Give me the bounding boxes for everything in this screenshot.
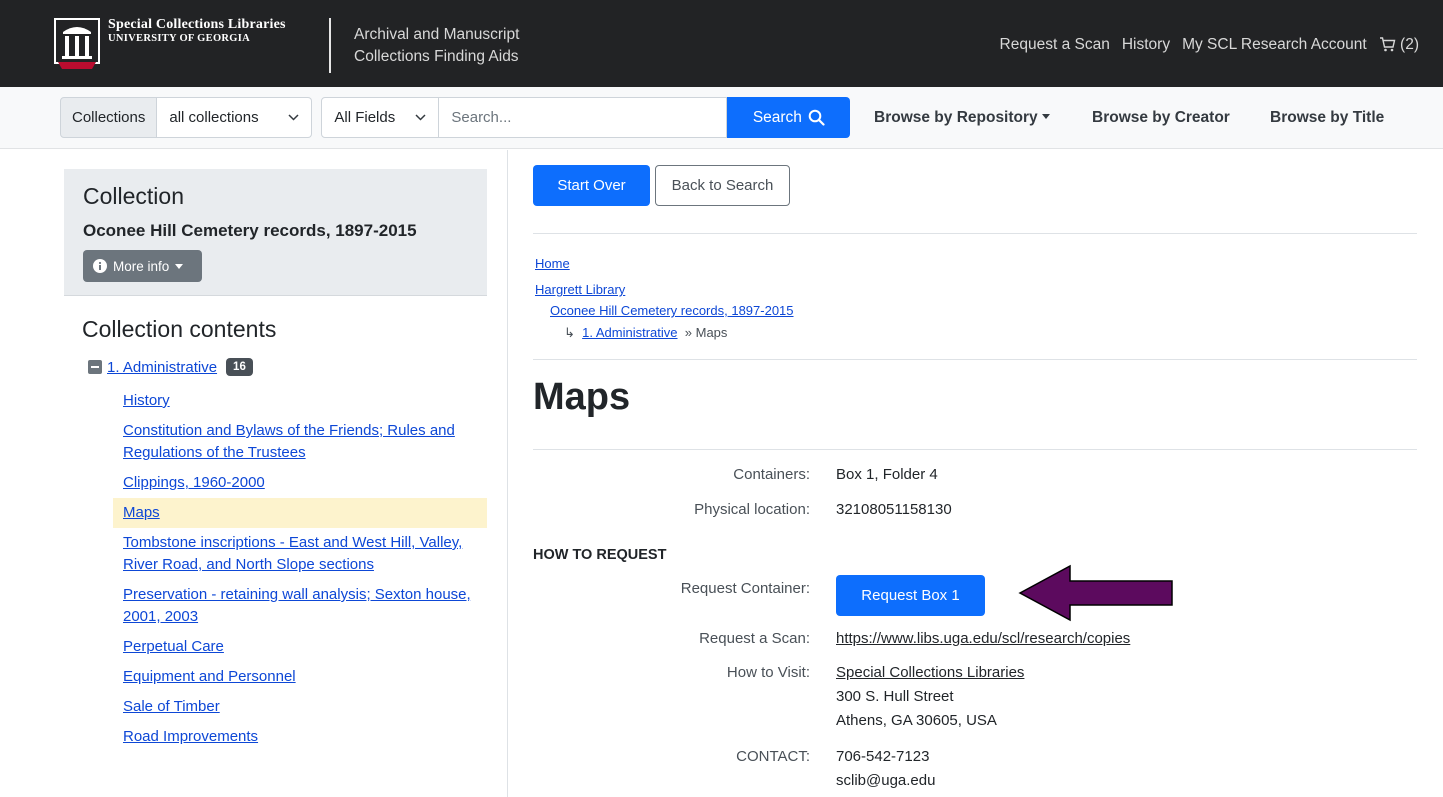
contact-label: CONTACT: — [736, 748, 810, 765]
physical-location-value: 32108051158130 — [836, 501, 952, 518]
breadcrumb-library[interactable]: Hargrett Library — [535, 282, 625, 298]
search-button-label: Search — [752, 108, 802, 126]
containers-label: Containers: — [733, 466, 810, 483]
more-info-button[interactable]: More info — [83, 250, 202, 282]
info-icon — [93, 259, 107, 273]
breadcrumb-arrow-icon: ↳ — [564, 325, 575, 340]
divider — [533, 449, 1417, 450]
logo-text[interactable]: Special Collections Libraries UNIVERSITY… — [108, 18, 286, 46]
search-icon — [808, 109, 825, 126]
contents-link-tombstone[interactable]: Tombstone inscriptions - East and West H… — [123, 534, 462, 573]
collection-contents-list: History Constitution and Bylaws of the F… — [113, 386, 487, 752]
divider — [533, 359, 1417, 360]
tree-root-administrative: 1. Administrative 16 — [88, 358, 253, 376]
contents-link-clippings[interactable]: Clippings, 1960-2000 — [123, 474, 265, 491]
start-over-button[interactable]: Start Over — [533, 165, 650, 206]
visit-library-link[interactable]: Special Collections Libraries — [836, 663, 1024, 683]
contents-link-timber[interactable]: Sale of Timber — [123, 698, 220, 715]
list-item: Preservation - retaining wall analysis; … — [113, 580, 487, 632]
physical-location-label: Physical location: — [694, 501, 810, 518]
more-info-label: More info — [113, 258, 170, 274]
list-item: Clippings, 1960-2000 — [113, 468, 487, 498]
breadcrumb-series[interactable]: 1. Administrative — [582, 325, 677, 340]
collection-heading: Collection — [83, 183, 184, 209]
search-field-value: All Fields — [334, 109, 396, 126]
request-box-button[interactable]: Request Box 1 — [836, 575, 985, 616]
collection-title: Oconee Hill Cemetery records, 1897-2015 — [83, 221, 417, 240]
breadcrumb-home[interactable]: Home — [535, 256, 570, 272]
collapse-icon[interactable] — [88, 360, 102, 374]
site-name-line-1: Archival and Manuscript — [354, 26, 520, 43]
request-container-label: Request Container: — [680, 580, 810, 597]
how-to-request-heading: HOW TO REQUEST — [533, 547, 667, 563]
breadcrumb-current-row: ↳ 1. Administrative » Maps — [564, 325, 727, 341]
cart-count: (2) — [1400, 36, 1419, 53]
contents-link-constitution[interactable]: Constitution and Bylaws of the Friends; … — [123, 422, 455, 461]
chevron-down-icon — [288, 114, 299, 121]
list-item: Constitution and Bylaws of the Friends; … — [113, 416, 487, 468]
containers-value: Box 1, Folder 4 — [836, 466, 938, 483]
nav-research-account[interactable]: My SCL Research Account — [1182, 36, 1367, 54]
cart-link[interactable]: (2) — [1379, 36, 1419, 54]
list-item-active: Maps — [113, 498, 487, 528]
search-button[interactable]: Search — [727, 97, 851, 138]
request-scan-label: Request a Scan: — [699, 630, 810, 647]
breadcrumb-current: Maps — [695, 325, 728, 340]
uga-arch-logo-icon[interactable] — [54, 18, 100, 70]
collection-scope-select[interactable]: all collections — [157, 97, 313, 138]
logo-line-2: UNIVERSITY OF GEORGIA — [108, 33, 251, 44]
contents-link-equipment[interactable]: Equipment and Personnel — [123, 668, 296, 685]
collection-contents-heading: Collection contents — [82, 316, 277, 342]
nav-history[interactable]: History — [1122, 36, 1170, 54]
search-input[interactable] — [439, 97, 728, 138]
collection-summary-box: Collection Oconee Hill Cemetery records,… — [64, 169, 487, 296]
contents-link-preservation[interactable]: Preservation - retaining wall analysis; … — [123, 586, 471, 625]
search-scope-label: Collections — [60, 97, 158, 138]
site-name[interactable]: Archival and Manuscript Collections Find… — [354, 24, 519, 68]
cart-icon — [1379, 37, 1396, 52]
search-form: Collections all collections All Fields S… — [60, 97, 851, 138]
contents-link-perpetual-care[interactable]: Perpetual Care — [123, 638, 224, 655]
collection-scope-value: all collections — [169, 109, 259, 126]
breadcrumb-separator: » — [684, 325, 692, 340]
contents-link-maps[interactable]: Maps — [123, 504, 160, 521]
browse-by-creator[interactable]: Browse by Creator — [1092, 109, 1230, 127]
search-bar-row: Collections all collections All Fields S… — [0, 87, 1443, 149]
browse-by-repository[interactable]: Browse by Repository — [874, 109, 1050, 127]
browse-by-title[interactable]: Browse by Title — [1270, 109, 1384, 127]
visit-address-line-1: 300 S. Hull Street — [836, 688, 954, 705]
contact-phone: 706-542-7123 — [836, 748, 930, 765]
caret-down-icon — [175, 263, 184, 269]
list-item: History — [113, 386, 487, 416]
list-item: Perpetual Care — [113, 632, 487, 662]
logo-line-1: Special Collections Libraries — [108, 17, 286, 32]
browse-by-repository-label: Browse by Repository — [874, 109, 1038, 126]
list-item: Sale of Timber — [113, 692, 487, 722]
contents-link-road[interactable]: Road Improvements — [123, 728, 258, 745]
item-count-badge: 16 — [226, 358, 253, 376]
request-scan-link[interactable]: https://www.libs.uga.edu/scl/research/co… — [836, 629, 1130, 649]
list-item: Tombstone inscriptions - East and West H… — [113, 528, 487, 580]
breadcrumb-collection[interactable]: Oconee Hill Cemetery records, 1897-2015 — [550, 303, 794, 319]
list-item: Road Improvements — [113, 722, 487, 752]
visit-address-line-2: Athens, GA 30605, USA — [836, 712, 997, 729]
site-header: Special Collections Libraries UNIVERSITY… — [0, 0, 1443, 87]
header-divider — [329, 18, 331, 73]
page-title: Maps — [533, 376, 631, 418]
top-nav: Request a Scan History My SCL Research A… — [1000, 36, 1419, 54]
how-to-visit-label: How to Visit: — [726, 664, 810, 681]
contact-email: sclib@uga.edu — [836, 772, 936, 789]
chevron-down-icon — [415, 114, 426, 121]
annotation-arrow-icon — [1018, 564, 1173, 622]
nav-request-scan[interactable]: Request a Scan — [1000, 36, 1110, 54]
column-divider — [507, 150, 508, 797]
search-field-select[interactable]: All Fields — [321, 97, 440, 138]
back-to-search-button[interactable]: Back to Search — [655, 165, 790, 206]
site-name-line-2: Collections Finding Aids — [354, 48, 519, 65]
caret-down-icon — [1041, 114, 1050, 119]
tree-root-link[interactable]: 1. Administrative — [107, 359, 217, 376]
divider — [533, 233, 1417, 234]
contents-link-history[interactable]: History — [123, 392, 170, 409]
list-item: Equipment and Personnel — [113, 662, 487, 692]
